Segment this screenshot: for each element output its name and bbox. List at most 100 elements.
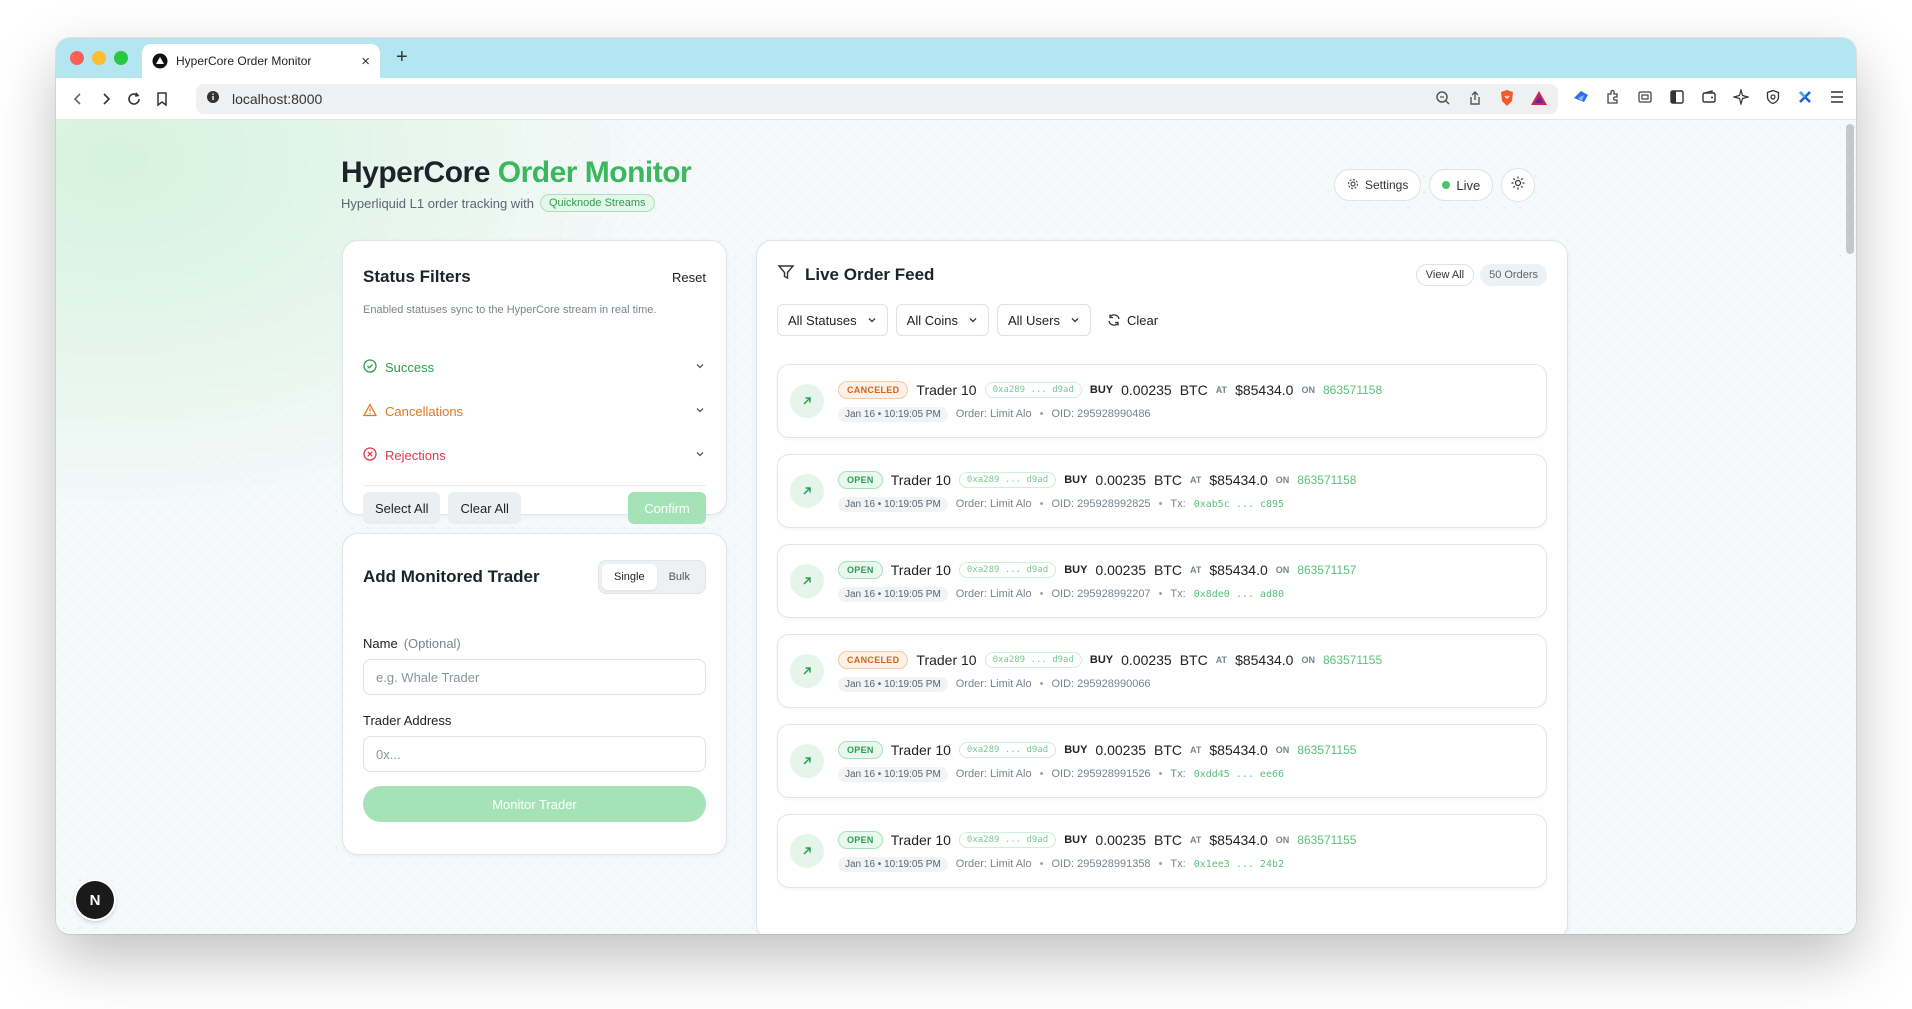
order-row[interactable]: OPEN Trader 10 0xa289 ... d9ad BUY 0.002… — [777, 454, 1547, 528]
order-side: BUY — [1089, 383, 1114, 396]
share-icon[interactable] — [1466, 89, 1484, 107]
chevron-down-icon[interactable] — [694, 360, 706, 375]
tab-close-icon[interactable]: × — [361, 53, 370, 70]
wallet-icon[interactable] — [1700, 88, 1718, 106]
extension-x-icon[interactable] — [1796, 88, 1814, 106]
settings-label: Settings — [1365, 178, 1409, 192]
filter-item-cancellations[interactable]: Cancellations — [362, 389, 706, 433]
tx-hash[interactable]: 0xab5c ... c895 — [1194, 499, 1284, 510]
at-label: AT — [1190, 564, 1202, 575]
filter-item-rejections[interactable]: Rejections — [363, 433, 706, 477]
order-row[interactable]: OPEN Trader 10 0xa289 ... d9ad BUY 0.002… — [777, 814, 1547, 888]
block-number[interactable]: 863571158 — [1297, 473, 1356, 487]
reload-icon[interactable] — [124, 89, 144, 109]
order-side: BUY — [1064, 833, 1088, 846]
status-dropdown-value: All Statuses — [788, 312, 857, 328]
user-dropdown[interactable]: All Users — [996, 304, 1091, 336]
menu-icon[interactable] — [1828, 88, 1846, 106]
live-toggle-button[interactable]: Live — [1429, 169, 1494, 201]
select-all-button[interactable]: Select All — [363, 492, 441, 524]
address-bar[interactable]: localhost:8000 — [196, 84, 1558, 114]
trader-address[interactable]: 0xa289 ... d9ad — [958, 471, 1057, 488]
coin-dropdown-value: All Coins — [906, 312, 958, 328]
order-price: $85434.0 — [1235, 651, 1294, 668]
site-info-icon[interactable] — [206, 90, 220, 109]
page-subtitle: Hyperliquid L1 order tracking with Quick… — [341, 194, 691, 212]
filter-item-success[interactable]: Success — [363, 345, 706, 389]
tx-hash[interactable]: 0x1ee3 ... 24b2 — [1194, 859, 1284, 870]
screenshot-icon[interactable] — [1636, 88, 1654, 106]
title-main: HyperCore — [341, 156, 490, 189]
title-accent: Order Monitor — [497, 156, 692, 189]
brave-shield-icon[interactable] — [1498, 89, 1516, 107]
order-row[interactable]: CANCELED Trader 10 0xa289 ... d9ad BUY 0… — [777, 364, 1547, 438]
brave-rewards-icon[interactable] — [1530, 89, 1548, 107]
tab-title: HyperCore Order Monitor — [176, 54, 312, 68]
live-label: Live — [1456, 177, 1481, 193]
order-list: CANCELED Trader 10 0xa289 ... d9ad BUY 0… — [777, 364, 1547, 888]
order-time: Jan 16 • 10:19:05 PM — [838, 586, 948, 602]
extension-bird-icon[interactable] — [1572, 88, 1590, 106]
order-amount: 0.00235 — [1095, 561, 1147, 578]
block-number[interactable]: 863571157 — [1297, 563, 1356, 577]
order-row[interactable]: CANCELED Trader 10 0xa289 ... d9ad BUY 0… — [777, 634, 1547, 708]
add-trader-card: Add Monitored Trader Single Bulk Name (Op… — [342, 533, 727, 855]
maximize-window-button[interactable] — [114, 51, 128, 65]
block-number[interactable]: 863571155 — [1297, 743, 1356, 757]
trader-address[interactable]: 0xa289 ... d9ad — [984, 651, 1082, 668]
status-dropdown[interactable]: All Statuses — [777, 304, 888, 336]
tx-label: Tx: — [1170, 498, 1186, 510]
ai-sparkle-icon[interactable] — [1732, 88, 1750, 106]
order-amount: 0.00235 — [1095, 471, 1147, 488]
new-tab-icon[interactable]: + — [396, 46, 408, 69]
sidebar-toggle-icon[interactable] — [1668, 88, 1686, 106]
order-row[interactable]: OPEN Trader 10 0xa289 ... d9ad BUY 0.002… — [777, 724, 1547, 798]
order-row[interactable]: OPEN Trader 10 0xa289 ... d9ad BUY 0.002… — [777, 544, 1547, 618]
block-number[interactable]: 863571155 — [1297, 833, 1356, 847]
order-oid: OID: 295928991358 — [1051, 858, 1151, 870]
trader-address[interactable]: 0xa289 ... d9ad — [958, 741, 1057, 758]
block-number[interactable]: 863571158 — [1323, 383, 1382, 397]
order-amount: 0.00235 — [1121, 651, 1172, 668]
trader-address[interactable]: 0xa289 ... d9ad — [958, 831, 1057, 848]
at-label: AT — [1215, 384, 1228, 395]
coin-dropdown[interactable]: All Coins — [895, 304, 989, 336]
tx-label: Tx: — [1170, 858, 1186, 870]
trader-address[interactable]: 0xa289 ... d9ad — [984, 381, 1082, 398]
close-window-button[interactable] — [70, 51, 84, 65]
order-oid: OID: 295928992825 — [1051, 498, 1151, 510]
name-field-label: Name (Optional) — [363, 636, 706, 651]
confirm-button[interactable]: Confirm — [628, 492, 706, 524]
extensions-puzzle-icon[interactable] — [1604, 88, 1622, 106]
nextjs-dev-badge[interactable]: N — [76, 881, 114, 919]
clear-feed-button[interactable]: Clear — [1107, 313, 1158, 328]
monitor-trader-button[interactable]: Monitor Trader — [363, 786, 706, 822]
tx-hash[interactable]: 0x8de0 ... ad80 — [1194, 589, 1284, 600]
forward-icon[interactable] — [96, 89, 116, 109]
vpn-shield-icon[interactable] — [1764, 88, 1782, 106]
mode-bulk-button[interactable]: Bulk — [657, 564, 702, 590]
zoom-icon[interactable] — [1434, 89, 1452, 107]
browser-tab[interactable]: HyperCore Order Monitor × — [142, 44, 380, 78]
trader-address[interactable]: 0xa289 ... d9ad — [958, 561, 1057, 578]
name-label: Name — [363, 636, 398, 651]
name-input[interactable]: e.g. Whale Trader — [363, 659, 706, 695]
live-status-dot — [1442, 181, 1451, 189]
trader-address-input[interactable]: 0x... — [363, 736, 706, 772]
filter-label-rejections: Rejections — [385, 447, 446, 463]
chevron-down-icon[interactable] — [694, 404, 706, 419]
bookmark-icon[interactable] — [152, 89, 172, 109]
view-all-button[interactable]: View All — [1415, 263, 1475, 286]
status-filters-card: Status Filters Reset Enabled statuses sy… — [342, 240, 727, 524]
mode-single-button[interactable]: Single — [602, 564, 657, 590]
minimize-window-button[interactable] — [92, 51, 106, 65]
tx-hash[interactable]: 0xdd45 ... ee66 — [1194, 769, 1284, 780]
settings-button[interactable]: Settings — [1334, 169, 1422, 201]
page-scrollbar[interactable] — [1846, 124, 1854, 254]
theme-toggle-button[interactable] — [1501, 168, 1536, 202]
block-number[interactable]: 863571155 — [1323, 653, 1382, 667]
reset-button[interactable]: Reset — [672, 270, 706, 285]
back-icon[interactable] — [68, 89, 88, 109]
chevron-down-icon[interactable] — [694, 448, 706, 463]
clear-all-button[interactable]: Clear All — [448, 492, 521, 524]
